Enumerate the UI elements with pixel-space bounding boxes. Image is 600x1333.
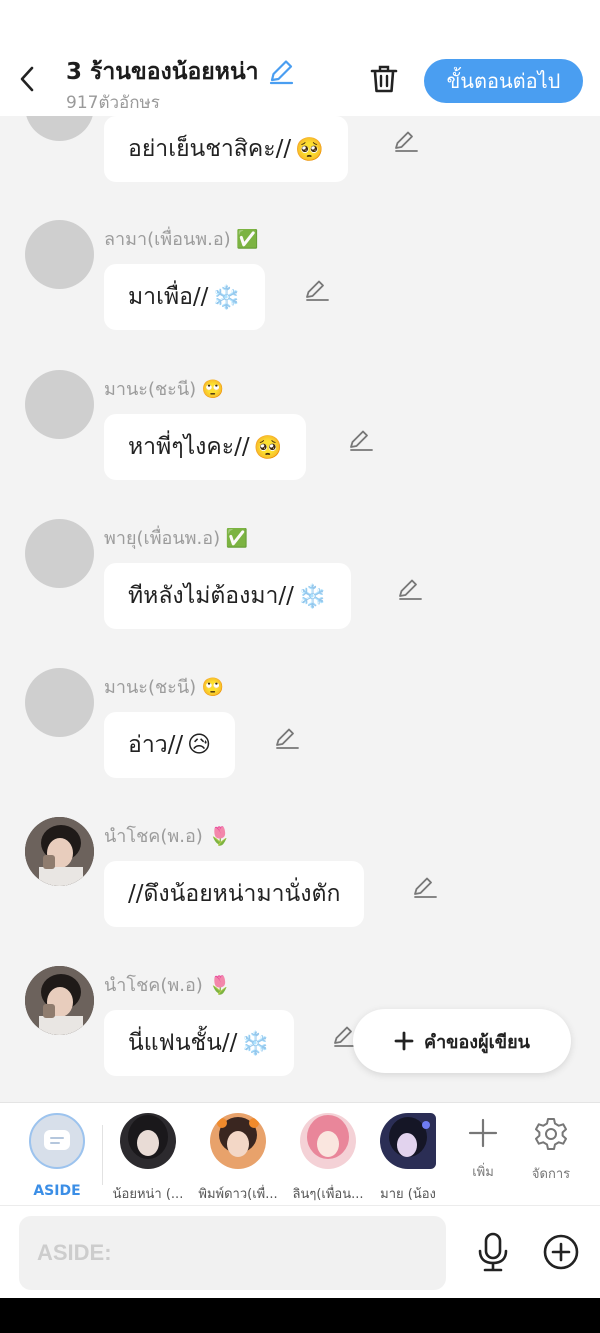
speaker-name: มานะ(ชะนี) 🙄 [104, 379, 225, 400]
message-emoji: ❄️ [241, 1030, 271, 1057]
character-label: ลินๆ(เพื่อน... [292, 1187, 364, 1202]
author-note-button[interactable]: คำของผู้เขียน [353, 1009, 571, 1073]
character-count: 917ตัวอักษร [66, 93, 160, 113]
message-input[interactable] [19, 1216, 446, 1290]
manage-button[interactable]: จัดการ [521, 1117, 581, 1184]
name-emoji: 🌷 [208, 975, 231, 996]
back-button[interactable] [12, 62, 42, 96]
manage-label: จัดการ [531, 1167, 571, 1182]
avatar-photo [25, 966, 94, 1035]
avatar[interactable] [25, 519, 94, 588]
microphone-icon[interactable] [474, 1232, 512, 1272]
avatar-photo [25, 817, 94, 886]
message-emoji: ❄️ [297, 583, 327, 610]
message-emoji: 🥺 [295, 136, 324, 163]
edit-icon[interactable] [397, 576, 423, 602]
character-bar: ASIDE น้อยหน่า (... พิมพ์ดาว(เพื่... ลิน… [0, 1102, 600, 1205]
name-emoji: 🙄 [201, 379, 225, 400]
message-emoji: ❄️ [212, 284, 242, 311]
trash-icon [370, 65, 398, 93]
avatar[interactable] [25, 370, 94, 439]
speaker-name: มานะ(ชะนี) 🙄 [104, 677, 225, 698]
message-bubble[interactable]: นี่แฟนชั้น//❄️ [104, 1010, 295, 1076]
message-bubble[interactable]: //ดึงน้อยหน่ามานั่งตัก [104, 861, 365, 927]
header: 3 ร้านของน้อยหน่า 917ตัวอักษร ขั้นตอนต่อ… [0, 44, 600, 116]
message-text: //ดึงน้อยหน่ามานั่งตัก [128, 881, 341, 907]
edit-icon[interactable] [348, 427, 374, 453]
avatar[interactable] [25, 116, 94, 141]
message-text: อย่าเย็นชาสิคะ// [128, 136, 292, 162]
avatar[interactable] [25, 220, 94, 289]
system-nav-bar [0, 1298, 600, 1333]
edit-icon[interactable] [393, 128, 419, 154]
message-bubble[interactable]: อ่าว//😥 [104, 712, 236, 778]
speaker-name: ลามา(เพื่อนพ.อ) ✅ [104, 229, 259, 250]
character-label: พิมพ์ดาว(เพื่... [198, 1187, 278, 1202]
message-text: หาพี่ๆไงคะ// [128, 434, 250, 460]
character-item[interactable]: ลินๆ(เพื่อน... [284, 1113, 372, 1204]
character-avatar [210, 1113, 266, 1169]
message-bubble[interactable]: มาเพื่อ//❄️ [104, 264, 266, 330]
divider [102, 1125, 103, 1185]
plus-icon [394, 1031, 414, 1051]
character-item[interactable]: พิมพ์ดาว(เพื่... [194, 1113, 282, 1204]
gear-icon [535, 1118, 567, 1150]
speaker-name: นำโชค(พ.อ) 🌷 [104, 826, 231, 847]
message-text: มาเพื่อ// [128, 284, 209, 310]
avatar[interactable] [25, 817, 94, 886]
message-text: นี่แฟนชั้น// [128, 1030, 238, 1056]
character-item[interactable]: น้อยหน่า (... [104, 1113, 192, 1204]
message-emoji: 🥺 [253, 434, 283, 461]
next-step-button[interactable]: ขั้นตอนต่อไป [424, 59, 583, 103]
title-row: 3 ร้านของน้อยหน่า [66, 54, 295, 90]
speaker-name: นำโชค(พ.อ) 🌷 [104, 975, 231, 996]
avatar[interactable] [25, 668, 94, 737]
aside-avatar [29, 1113, 85, 1169]
speaker-name: พายุ(เพื่อนพ.อ) ✅ [104, 528, 249, 549]
message-bubble[interactable]: ทีหลังไม่ต้องมา//❄️ [104, 563, 351, 629]
edit-icon[interactable] [304, 277, 330, 303]
page-title: 3 ร้านของน้อยหน่า [66, 59, 259, 85]
character-label: มาย (น้อง [380, 1187, 436, 1202]
name-emoji: 🙄 [201, 677, 225, 698]
character-label: ASIDE [33, 1183, 81, 1199]
character-avatar [300, 1113, 356, 1169]
name-emoji: ✅ [236, 229, 259, 250]
add-attachment-icon[interactable] [542, 1233, 580, 1271]
chevron-left-icon [20, 66, 34, 92]
add-character-button[interactable]: เพิ่ม [453, 1117, 513, 1182]
message-bubble[interactable]: หาพี่ๆไงคะ//🥺 [104, 414, 307, 480]
plus-icon [468, 1118, 498, 1148]
chat-bubble-icon [44, 1130, 70, 1150]
avatar[interactable] [25, 966, 94, 1035]
message-emoji: 😥 [187, 732, 212, 758]
character-item[interactable]: มาย (น้อง [368, 1113, 448, 1204]
add-label: เพิ่ม [472, 1165, 494, 1180]
input-bar [0, 1205, 600, 1298]
character-label: น้อยหน่า (... [112, 1187, 184, 1202]
edit-title-icon[interactable] [267, 58, 295, 86]
message-text: ทีหลังไม่ต้องมา// [128, 583, 294, 609]
name-emoji: ✅ [225, 528, 249, 549]
character-avatar [380, 1113, 436, 1169]
delete-button[interactable] [366, 61, 402, 97]
name-emoji: 🌷 [208, 826, 231, 847]
character-avatar [120, 1113, 176, 1169]
edit-icon[interactable] [412, 874, 438, 900]
chat-list[interactable]: อย่าเย็นชาสิคะ//🥺 ลามา(เพื่อนพ.อ) ✅ มาเพ… [0, 116, 600, 1102]
edit-icon[interactable] [274, 725, 300, 751]
message-text: อ่าว// [128, 732, 184, 758]
author-note-label: คำของผู้เขียน [424, 1031, 530, 1053]
status-bar [0, 0, 600, 44]
message-bubble[interactable]: อย่าเย็นชาสิคะ//🥺 [104, 116, 348, 182]
character-aside[interactable]: ASIDE [13, 1113, 101, 1199]
